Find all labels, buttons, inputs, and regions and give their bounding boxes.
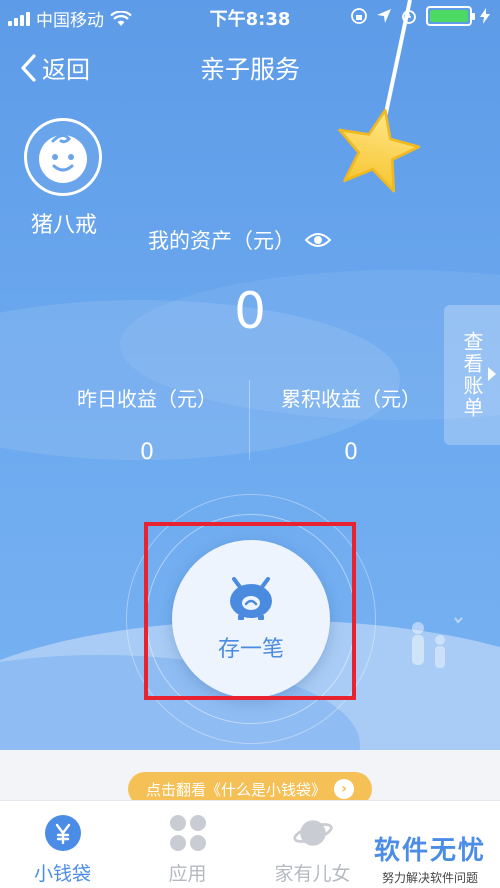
cumulative-earnings: 累积收益（元） 0 xyxy=(226,383,476,465)
yen-coin-icon xyxy=(43,813,83,853)
promo-text: 点击翻看《什么是小钱袋》 xyxy=(145,780,326,799)
planet-icon xyxy=(292,813,333,853)
watermark-subtitle: 努力解决软件问题 xyxy=(381,871,478,885)
view-bill-tab[interactable]: 查看账单 xyxy=(444,305,500,445)
tab-label: 应用 xyxy=(168,863,207,885)
triangle-right-icon xyxy=(488,367,496,381)
rotation-lock-icon xyxy=(351,8,367,24)
tab-wallet[interactable]: 小钱袋 xyxy=(0,813,125,886)
profile-name: 猪八戒 xyxy=(30,213,97,238)
chevron-right-icon: › xyxy=(334,779,354,799)
baby-face-icon xyxy=(39,134,87,183)
charging-icon xyxy=(480,8,490,24)
highlight-annotation-box xyxy=(144,522,356,700)
watermark: 软件无忧 努力解决软件问题 xyxy=(374,830,486,886)
tab-apps[interactable]: 应用 xyxy=(125,813,250,886)
stat-value: 0 xyxy=(344,440,358,465)
view-bill-label: 查看账单 xyxy=(460,331,484,419)
watermark-title: 软件无忧 xyxy=(373,836,486,866)
tab-label: 家有儿女 xyxy=(274,863,351,885)
stat-label: 累积收益（元） xyxy=(281,387,421,411)
eye-icon[interactable] xyxy=(305,231,331,249)
star-decoration-icon xyxy=(338,108,421,193)
assets-value: 0 xyxy=(234,282,266,340)
family-silhouette-icon xyxy=(412,617,463,668)
tab-family[interactable]: 家有儿女 xyxy=(250,813,375,886)
battery-icon xyxy=(426,6,475,26)
page-title: 亲子服务 xyxy=(199,55,300,84)
location-icon xyxy=(377,9,391,23)
avatar[interactable] xyxy=(24,118,102,196)
tab-label: 小钱袋 xyxy=(33,863,91,885)
clover-grid-icon xyxy=(168,813,208,853)
assets-label-group: 我的资产（元） xyxy=(148,225,331,255)
status-bar: 中国移动 下午8:38 xyxy=(0,0,500,34)
navigation-bar: 返回 亲子服务 xyxy=(0,40,500,92)
assets-label: 我的资产（元） xyxy=(148,229,295,253)
